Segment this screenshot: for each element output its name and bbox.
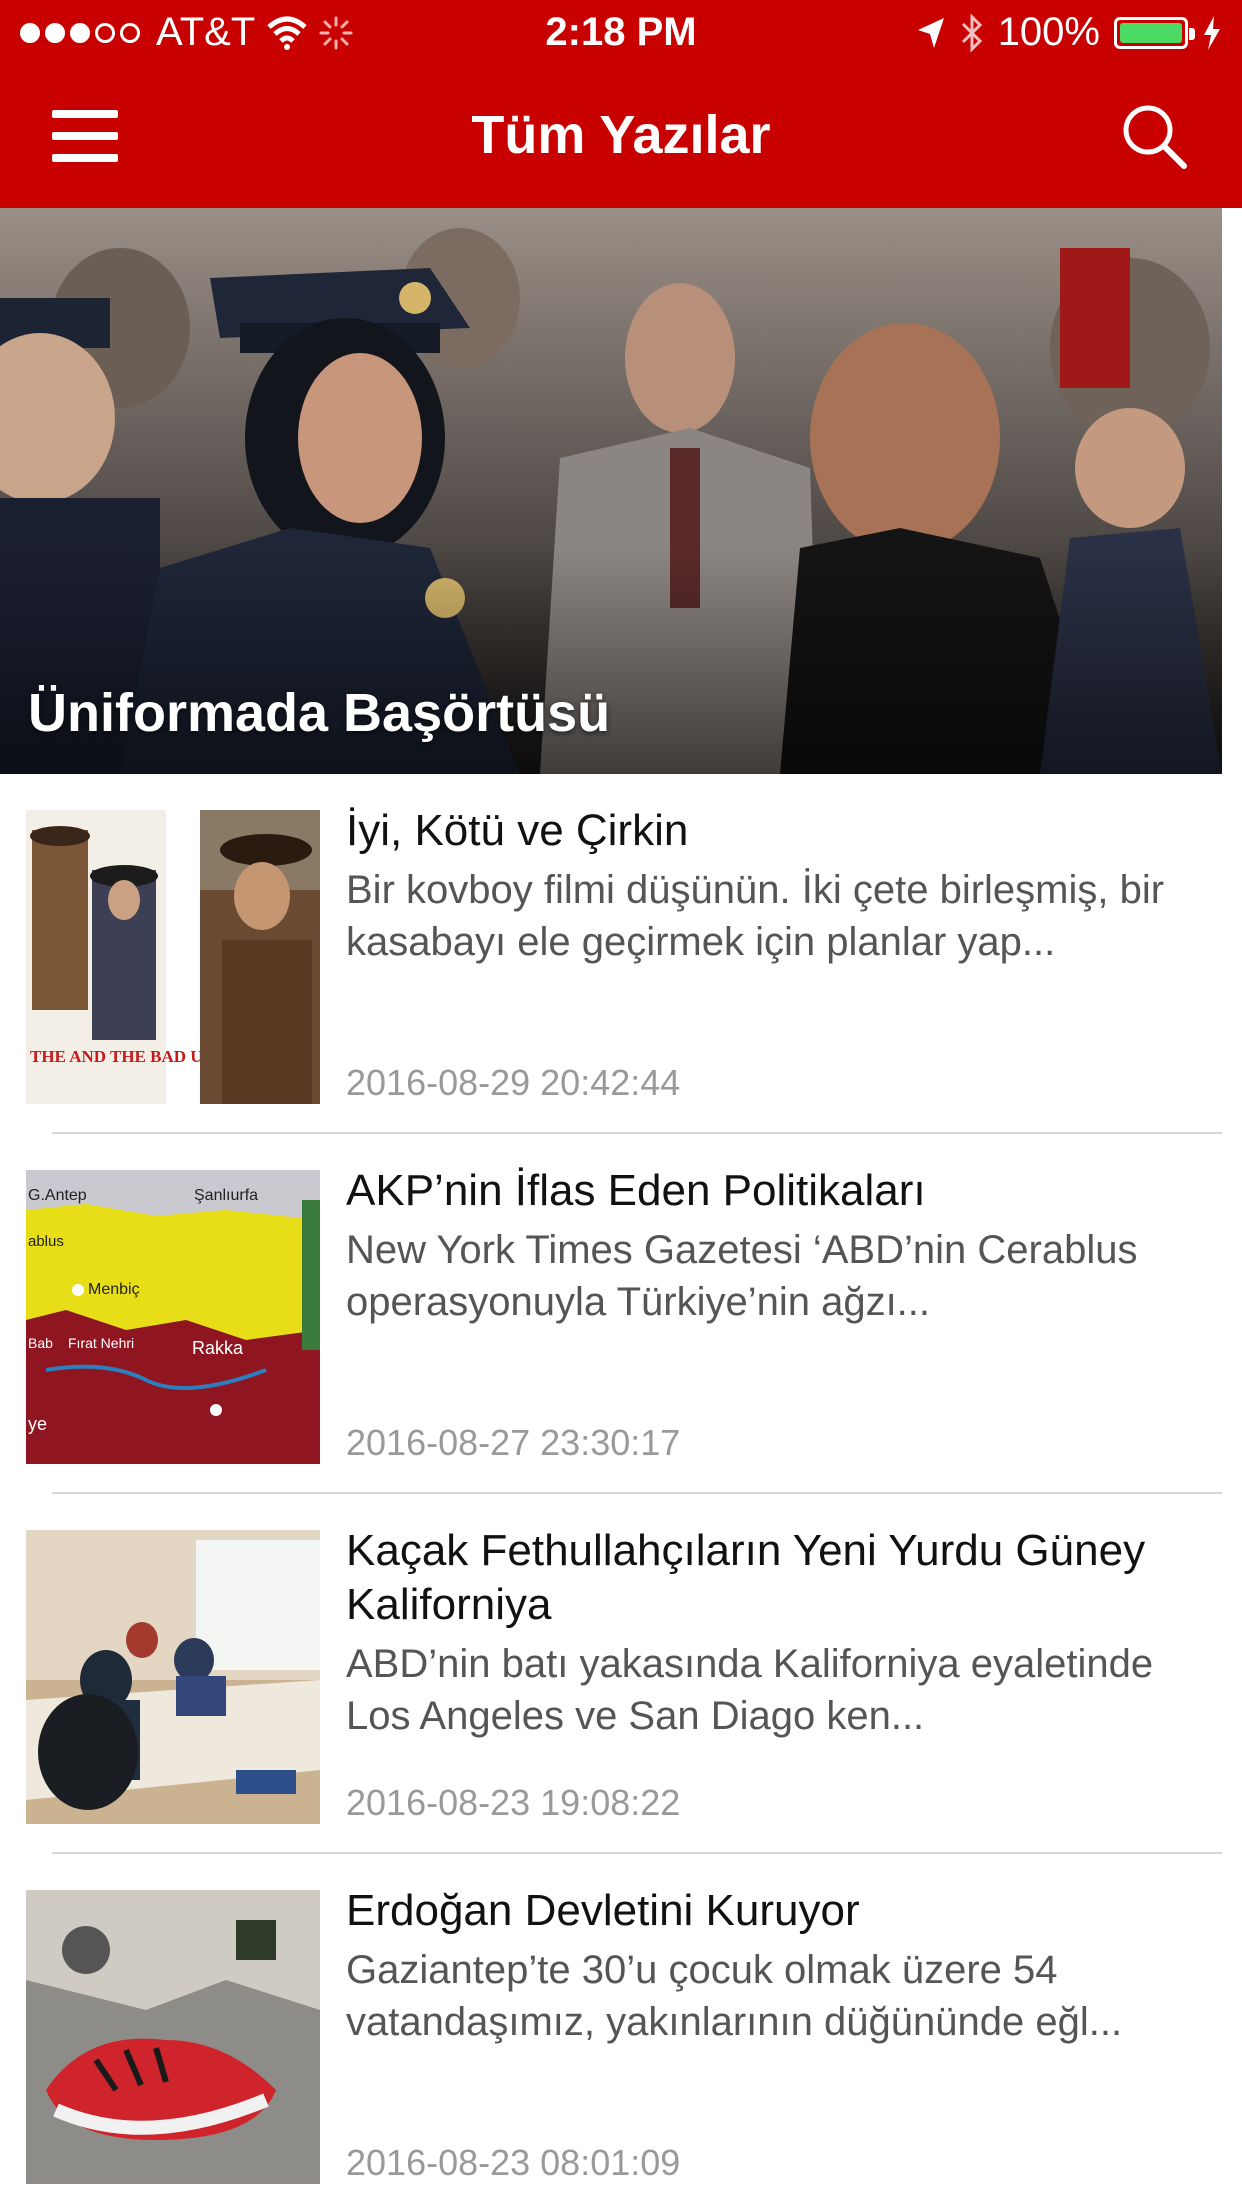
- status-right: 100%: [916, 10, 1222, 55]
- nav-bar: Tüm Yazılar: [0, 66, 1242, 208]
- shoe-image: [26, 1890, 320, 2184]
- article-date: 2016-08-23 19:08:22: [346, 1782, 681, 1823]
- article-snippet: ABD’nin batı yakasında Kaliforniya eyale…: [346, 1642, 1154, 1738]
- page-title: Tüm Yazılar: [471, 105, 771, 165]
- article-snippet: New York Times Gazetesi ‘ABD’nin Cerablu…: [346, 1228, 1138, 1324]
- article-snippet: Bir kovboy filmi düşünün. İki çete birle…: [346, 868, 1165, 964]
- article-title: Kaçak Fethullahçıların Yeni Yurdu Güney …: [346, 1526, 1146, 1629]
- article-thumbnail: [26, 1890, 320, 2184]
- map-label-bab: Bab: [28, 1335, 53, 1351]
- article-date: 2016-08-27 23:30:17: [346, 1422, 681, 1463]
- article-title: İyi, Kötü ve Çirkin: [346, 806, 689, 855]
- article-item[interactable]: THE AND THE BAD UGLY İyi, Kötü ve Çirkin…: [0, 774, 1222, 1134]
- right-edge: [1222, 208, 1242, 2208]
- article-text: AKP’nin İflas Eden Politikaları New York…: [346, 1164, 1206, 1328]
- charging-bolt-icon: [1204, 15, 1220, 50]
- app-header: AT&T 2:18 PM 100% Tüm Yazılar: [0, 0, 1242, 208]
- article-snippet: Gaziantep’te 30’u çocuk olmak üzere 54 v…: [346, 1948, 1123, 2044]
- map-label-firat: Fırat Nehri: [68, 1335, 134, 1351]
- article-item[interactable]: Kaçak Fethullahçıların Yeni Yurdu Güney …: [0, 1494, 1222, 1854]
- screen: AT&T 2:18 PM 100% Tüm Yazılar Üniformada…: [0, 0, 1242, 2208]
- article-title: Erdoğan Devletini Kuruyor: [346, 1886, 860, 1935]
- article-thumbnail: THE AND THE BAD UGLY: [26, 810, 320, 1104]
- map-label-rakka: Rakka: [192, 1338, 244, 1358]
- status-bar: AT&T 2:18 PM 100%: [0, 0, 1242, 66]
- map-label-suriye: ye: [28, 1414, 47, 1434]
- article-text: Erdoğan Devletini Kuruyor Gaziantep’te 3…: [346, 1884, 1206, 2048]
- article-list: THE AND THE BAD UGLY İyi, Kötü ve Çirkin…: [0, 774, 1222, 2208]
- search-icon[interactable]: [1120, 102, 1190, 172]
- article-item[interactable]: Erdoğan Devletini Kuruyor Gaziantep’te 3…: [0, 1854, 1222, 2208]
- article-text: Kaçak Fethullahçıların Yeni Yurdu Güney …: [346, 1524, 1206, 1742]
- western-poster-image: THE AND THE BAD UGLY: [26, 810, 320, 1104]
- article-text: İyi, Kötü ve Çirkin Bir kovboy filmi düş…: [346, 804, 1206, 968]
- article-item[interactable]: G.Antep Şanlıurfa ablus Menbiç Fırat Neh…: [0, 1134, 1222, 1494]
- map-label-menbic: Menbiç: [88, 1281, 140, 1298]
- map-image: G.Antep Şanlıurfa ablus Menbiç Fırat Neh…: [26, 1170, 320, 1464]
- classroom-image: [26, 1530, 320, 1824]
- article-thumbnail: [26, 1530, 320, 1824]
- battery-icon: [1114, 16, 1195, 49]
- bluetooth-icon: [961, 12, 982, 53]
- featured-article-title: Üniformada Başörtüsü: [28, 683, 611, 743]
- article-date: 2016-08-23 08:01:09: [346, 2142, 681, 2183]
- map-label-gaziantep: G.Antep: [28, 1187, 87, 1204]
- location-arrow-icon: [917, 17, 944, 48]
- map-label-cerablus: ablus: [28, 1233, 64, 1250]
- article-thumbnail: G.Antep Şanlıurfa ablus Menbiç Fırat Neh…: [26, 1170, 320, 1464]
- featured-article[interactable]: Üniformada Başörtüsü: [0, 208, 1222, 774]
- article-date: 2016-08-29 20:42:44: [346, 1062, 681, 1103]
- article-title: AKP’nin İflas Eden Politikaları: [346, 1166, 926, 1215]
- battery-percent: 100%: [997, 10, 1100, 54]
- map-label-sanliurfa: Şanlıurfa: [194, 1187, 258, 1204]
